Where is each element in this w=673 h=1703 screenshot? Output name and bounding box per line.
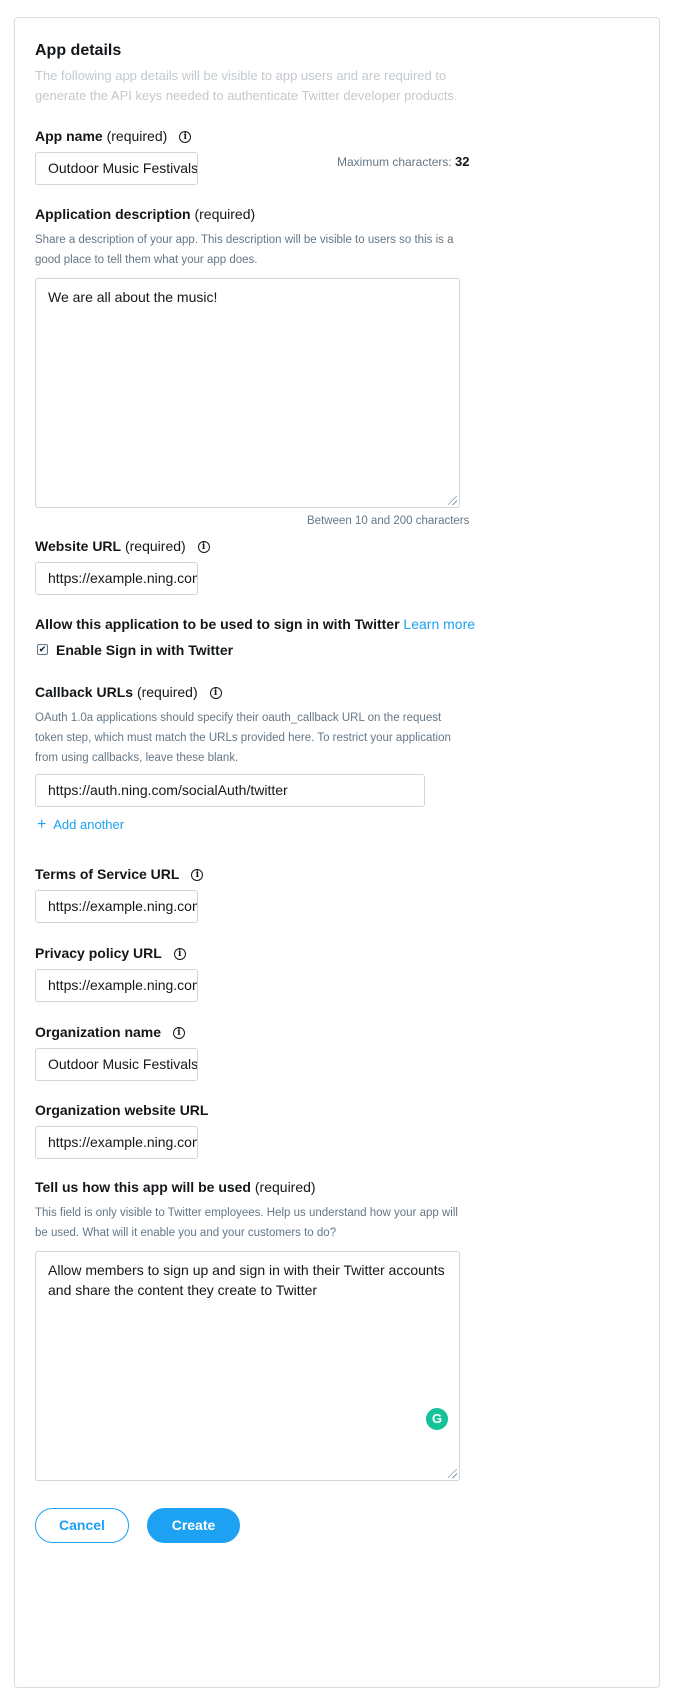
- org-name-input[interactable]: Outdoor Music Festivals: [35, 1048, 198, 1081]
- usage-textarea[interactable]: Allow members to sign up and sign in wit…: [35, 1251, 460, 1481]
- callback-url-input[interactable]: https://auth.ning.com/socialAuth/twitter: [35, 774, 425, 807]
- info-icon[interactable]: i: [172, 1027, 185, 1039]
- info-icon[interactable]: i: [209, 687, 222, 699]
- app-description-value: We are all about the music!: [48, 289, 218, 305]
- org-name-label: Organization name i: [35, 1023, 185, 1041]
- usage-label: Tell us how this app will be used (requi…: [35, 1178, 316, 1196]
- add-another-button[interactable]: + Add another: [37, 816, 124, 834]
- info-icon[interactable]: i: [191, 869, 204, 881]
- create-button[interactable]: Create: [147, 1508, 240, 1543]
- add-another-label: Add another: [53, 817, 125, 832]
- required-text: (required): [106, 128, 168, 144]
- plus-icon: +: [37, 816, 47, 833]
- section-intro: The following app details will be visibl…: [35, 68, 458, 103]
- app-description-textarea[interactable]: We are all about the music!: [35, 278, 460, 508]
- website-url-label: Website URL (required) i: [35, 537, 210, 555]
- app-details-card: App details The following app details wi…: [14, 17, 660, 1688]
- section-title: App details: [35, 42, 122, 59]
- privacy-url-label-text: Privacy policy URL: [35, 945, 162, 961]
- info-icon[interactable]: i: [197, 541, 210, 553]
- callback-urls-label: Callback URLs (required) i: [35, 683, 222, 701]
- max-characters-label: Maximum characters:: [337, 155, 452, 169]
- cancel-button[interactable]: Cancel: [35, 1508, 129, 1543]
- info-icon[interactable]: i: [179, 131, 192, 143]
- resize-handle-icon[interactable]: [448, 1469, 457, 1478]
- terms-url-input[interactable]: https://example.ning.com: [35, 890, 198, 923]
- app-name-label-text: App name: [35, 128, 103, 144]
- website-url-label-text: Website URL: [35, 538, 122, 554]
- max-characters-value: 32: [455, 154, 470, 169]
- description-limit-note: Between 10 and 200 characters: [307, 515, 470, 527]
- app-description-label: Application description (required): [35, 205, 255, 223]
- required-text: (required): [194, 206, 256, 222]
- usage-label-text: Tell us how this app will be used: [35, 1179, 251, 1195]
- usage-value: Allow members to sign up and sign in wit…: [48, 1262, 445, 1298]
- privacy-url-label: Privacy policy URL i: [35, 944, 186, 962]
- max-characters: Maximum characters: 32: [337, 154, 470, 169]
- required-text: (required): [254, 1179, 316, 1195]
- required-text: (required): [136, 684, 198, 700]
- usage-help: This field is only visible to Twitter em…: [35, 1207, 458, 1239]
- learn-more-link[interactable]: Learn more: [403, 616, 475, 632]
- sign-in-label-text: Allow this application to be used to sig…: [35, 616, 400, 632]
- website-url-input[interactable]: https://example.ning.com: [35, 562, 198, 595]
- callback-urls-label-text: Callback URLs: [35, 684, 134, 700]
- enable-sign-in-checkbox[interactable]: ✔: [37, 644, 48, 655]
- resize-handle-icon[interactable]: [448, 496, 457, 505]
- enable-sign-in-label-text: Enable Sign in with Twitter: [56, 642, 234, 658]
- org-url-label: Organization website URL: [35, 1101, 208, 1119]
- org-url-input[interactable]: https://example.ning.com: [35, 1126, 198, 1159]
- grammarly-icon[interactable]: G: [426, 1408, 448, 1430]
- privacy-url-input[interactable]: https://example.ning.com: [35, 969, 198, 1002]
- org-name-label-text: Organization name: [35, 1024, 162, 1040]
- info-icon[interactable]: i: [173, 948, 186, 960]
- app-name-label: App name (required) i: [35, 127, 192, 145]
- terms-url-label-text: Terms of Service URL: [35, 866, 180, 882]
- org-url-label-text: Organization website URL: [35, 1102, 209, 1118]
- terms-url-label: Terms of Service URL i: [35, 865, 204, 883]
- app-description-label-text: Application description: [35, 206, 191, 222]
- app-name-input[interactable]: Outdoor Music Festivals: [35, 152, 198, 185]
- app-description-help: Share a description of your app. This de…: [35, 234, 454, 266]
- callback-urls-help: OAuth 1.0a applications should specify t…: [35, 712, 451, 764]
- required-text: (required): [124, 538, 186, 554]
- enable-sign-in-label[interactable]: Enable Sign in with Twitter: [56, 641, 233, 659]
- sign-in-label: Allow this application to be used to sig…: [35, 615, 475, 633]
